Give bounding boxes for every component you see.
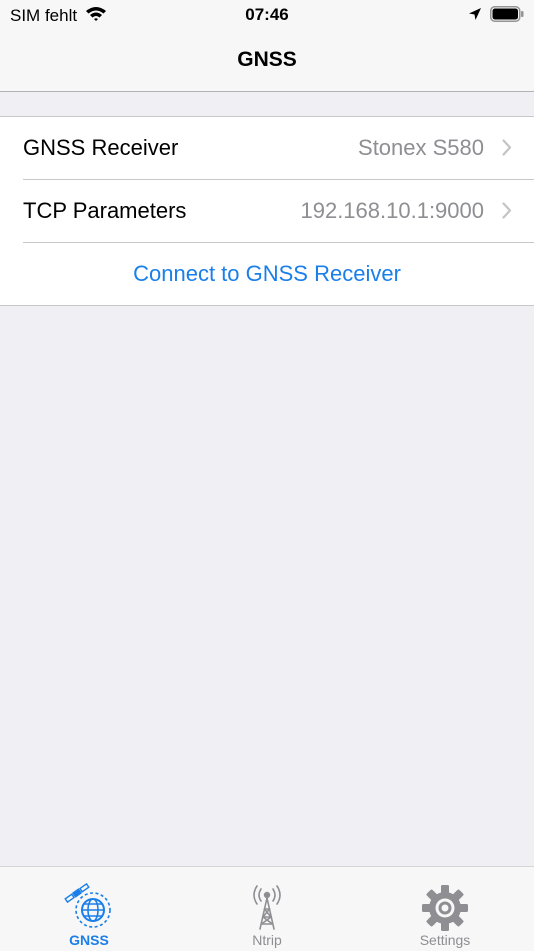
gnss-receiver-value: Stonex S580 — [358, 135, 484, 160]
gnss-satellite-globe-icon — [63, 882, 115, 933]
tcp-parameters-row[interactable]: TCP Parameters 192.168.10.1:9000 — [0, 180, 534, 242]
gear-icon — [419, 883, 471, 933]
tab-bar: GNSS Ntrip Settings — [0, 866, 534, 951]
tab-gnss[interactable]: GNSS — [0, 867, 178, 951]
page-title: GNSS — [237, 48, 297, 71]
navigation-bar: GNSS — [0, 30, 534, 92]
tab-ntrip[interactable]: Ntrip — [178, 867, 356, 951]
tab-gnss-label: GNSS — [69, 932, 109, 948]
tab-ntrip-label: Ntrip — [252, 932, 282, 948]
status-bar: SIM fehlt 07:46 — [0, 0, 534, 30]
location-arrow-icon — [468, 7, 482, 26]
antenna-tower-icon — [241, 883, 293, 933]
status-time: 07:46 — [245, 5, 289, 24]
gnss-receiver-row[interactable]: GNSS Receiver Stonex S580 — [0, 117, 534, 179]
status-right — [468, 6, 524, 27]
tab-settings[interactable]: Settings — [356, 867, 534, 951]
tab-settings-label: Settings — [419, 932, 471, 948]
chevron-right-icon — [502, 202, 512, 224]
connect-button-label: Connect to GNSS Receiver — [133, 261, 401, 286]
settings-table: GNSS Receiver Stonex S580 TCP Parameters… — [0, 116, 534, 306]
tcp-parameters-label: TCP Parameters — [23, 198, 187, 223]
gnss-receiver-label: GNSS Receiver — [23, 135, 179, 160]
chevron-right-icon — [502, 139, 512, 161]
connect-button[interactable]: Connect to GNSS Receiver — [0, 243, 534, 305]
battery-icon — [490, 6, 524, 27]
tcp-parameters-value: 192.168.10.1:9000 — [300, 198, 484, 223]
